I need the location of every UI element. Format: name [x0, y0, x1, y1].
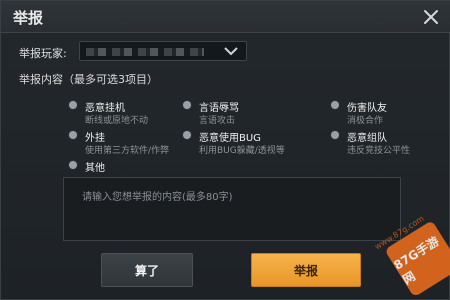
- textarea-placeholder: 请输入您想举报的内容(最多80字): [82, 192, 233, 203]
- option-title: 伤害队友: [347, 103, 387, 114]
- radio-icon: [331, 101, 339, 109]
- report-text-input[interactable]: 请输入您想举报的内容(最多80字): [63, 177, 401, 241]
- chevron-down-icon: [224, 47, 238, 56]
- title-bar: 举报: [1, 1, 450, 33]
- option-subtitle: 断线或原地不动: [85, 116, 149, 126]
- radio-icon: [69, 161, 77, 169]
- dropdown-toggle[interactable]: [220, 42, 242, 60]
- player-select[interactable]: [79, 41, 247, 61]
- player-name-redacted: [86, 48, 204, 56]
- dialog-title: 举报: [13, 9, 44, 27]
- radio-icon: [69, 131, 77, 139]
- radio-icon: [331, 131, 339, 139]
- report-player-label: 举报玩家:: [19, 47, 67, 60]
- option-title: 恶意挂机: [85, 103, 125, 114]
- report-content-label: 举报内容（最多可选3项目）: [19, 73, 158, 86]
- option-title: 外挂: [85, 133, 105, 144]
- radio-icon: [69, 101, 77, 109]
- radio-icon: [183, 101, 191, 109]
- option-title: 言语辱骂: [199, 103, 239, 114]
- option-subtitle: 使用第三方软件/作弊: [85, 146, 170, 156]
- option-subtitle: 违反竞技公平性: [347, 146, 411, 156]
- option-title: 恶意组队: [347, 133, 387, 144]
- close-button[interactable]: [419, 5, 443, 29]
- option-subtitle: 消极合作: [347, 116, 384, 126]
- radio-icon: [183, 131, 191, 139]
- close-icon: [424, 10, 438, 24]
- report-dialog: 举报 举报玩家: 举报内容（最多可选3项目） 恶意挂机 断线或原地不动 言语辱骂…: [0, 0, 450, 300]
- option-title: 恶意使用BUG: [199, 133, 261, 144]
- report-button[interactable]: 举报: [251, 253, 361, 287]
- watermark-brand: 87G手游网: [391, 234, 442, 288]
- option-title: 其他: [85, 163, 105, 174]
- cancel-button[interactable]: 算了: [101, 253, 193, 287]
- option-subtitle: 利用BUG躲藏/透视等: [199, 146, 285, 156]
- option-subtitle: 言语攻击: [199, 116, 236, 126]
